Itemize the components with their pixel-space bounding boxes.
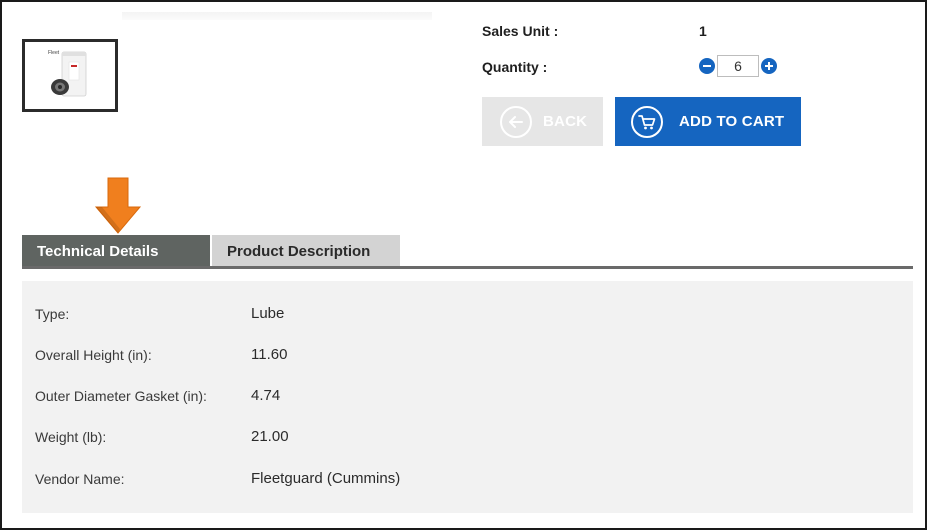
- detail-key: Vendor Name:: [35, 471, 125, 487]
- tab-product-description-label: Product Description: [227, 242, 371, 260]
- detail-key: Overall Height (in):: [35, 347, 152, 363]
- technical-details-panel: Type: Lube Overall Height (in): 11.60 Ou…: [22, 281, 913, 513]
- shopping-cart-icon: [631, 105, 663, 138]
- detail-key: Outer Diameter Gasket (in):: [35, 388, 207, 404]
- sales-unit-value: 1: [699, 23, 707, 39]
- tab-underline: [22, 266, 913, 269]
- oil-filter-image: Fleet: [25, 42, 115, 109]
- detail-row-type: Type: Lube: [22, 305, 913, 326]
- minus-circle-icon[interactable]: [699, 58, 715, 74]
- detail-value: 11.60: [251, 346, 288, 363]
- quantity-stepper: [699, 55, 777, 77]
- detail-key: Weight (lb):: [35, 429, 107, 445]
- tab-technical-details-label: Technical Details: [37, 242, 159, 260]
- detail-row-overall-height: Overall Height (in): 11.60: [22, 346, 913, 367]
- detail-value: Lube: [251, 305, 285, 322]
- plus-circle-icon[interactable]: [761, 58, 777, 74]
- detail-key: Type:: [35, 306, 70, 322]
- sales-unit-label: Sales Unit :: [482, 23, 559, 39]
- product-page-frame: Fleet Sales Unit : 1 Quantity : BACK: [0, 0, 927, 530]
- back-button-label: BACK: [543, 113, 588, 130]
- detail-value: 4.74: [251, 387, 281, 404]
- tab-product-description[interactable]: Product Description: [212, 235, 400, 267]
- product-thumbnail[interactable]: Fleet: [22, 39, 118, 112]
- back-button[interactable]: BACK: [482, 97, 603, 146]
- detail-row-vendor-name: Vendor Name: Fleetguard (Cummins): [22, 470, 913, 491]
- detail-row-outer-diameter-gasket: Outer Diameter Gasket (in): 4.74: [22, 387, 913, 408]
- down-arrow-icon: [94, 177, 142, 234]
- tab-technical-details[interactable]: Technical Details: [22, 235, 210, 267]
- add-to-cart-label: ADD TO CART: [679, 113, 785, 130]
- thumbnail-brand-text: Fleet: [48, 50, 60, 56]
- detail-value: 21.00: [251, 428, 289, 445]
- quantity-input[interactable]: [717, 55, 759, 77]
- top-divider-shadow: [122, 12, 432, 20]
- arrow-left-icon: [500, 105, 532, 138]
- detail-value: Fleetguard (Cummins): [251, 470, 401, 487]
- detail-row-weight: Weight (lb): 21.00: [22, 428, 913, 449]
- add-to-cart-button[interactable]: ADD TO CART: [615, 97, 801, 146]
- quantity-label: Quantity :: [482, 59, 548, 75]
